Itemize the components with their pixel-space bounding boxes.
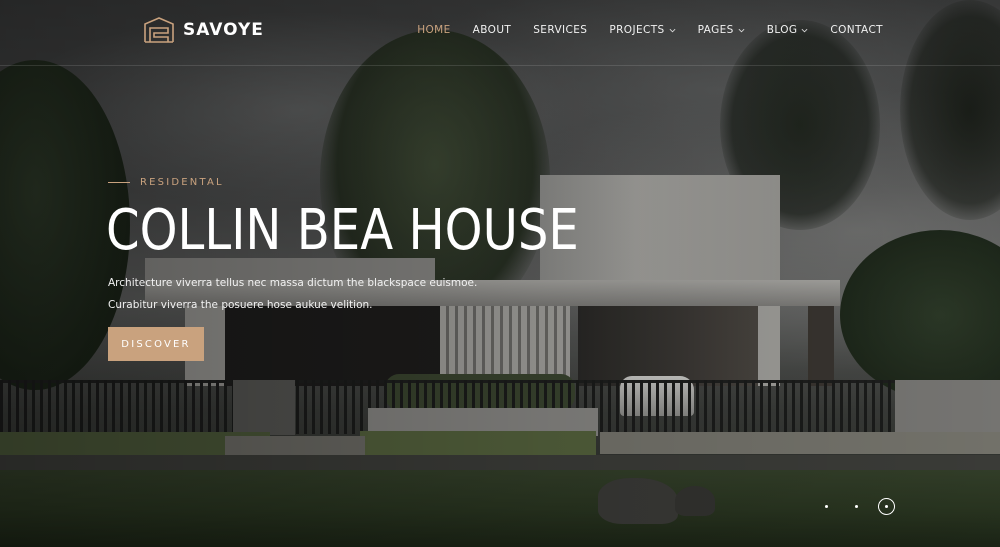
site-header: SAVOYE HOME ABOUT SERVICES PROJECTS PAGE… [0, 0, 1000, 66]
nav-item-label: HOME [417, 24, 451, 36]
building-icon [144, 17, 174, 43]
nav-item-label: SERVICES [533, 24, 588, 36]
nav-item-services[interactable]: SERVICES [533, 24, 587, 36]
slider-dot[interactable] [848, 498, 865, 515]
hero-description-line: Curabitur viverra the posuere hose aukue… [108, 299, 373, 311]
chevron-down-icon [801, 28, 808, 32]
hero-description-line: Architecture viverra tellus nec massa di… [108, 277, 478, 289]
nav-item-label: PAGES [697, 24, 734, 36]
nav-item-contact[interactable]: CONTACT [830, 24, 883, 36]
tagline-text: RESIDENTAL [140, 177, 224, 188]
discover-button[interactable]: DISCOVER [108, 327, 204, 361]
nav-item-label: PROJECTS [609, 24, 665, 36]
chevron-down-icon [669, 28, 676, 32]
nav-item-label: ABOUT [472, 24, 512, 36]
hero-tagline: RESIDENTAL [108, 177, 224, 188]
nav-item-label: BLOG [766, 24, 798, 36]
main-nav: HOME ABOUT SERVICES PROJECTS PAGES BLOG … [417, 24, 883, 36]
slider-pagination [818, 498, 895, 515]
logo[interactable]: SAVOYE [142, 16, 264, 44]
slider-dot[interactable] [818, 498, 835, 515]
nav-item-label: CONTACT [830, 24, 883, 36]
nav-item-projects[interactable]: PROJECTS [609, 24, 676, 36]
nav-item-about[interactable]: ABOUT [473, 24, 512, 36]
tagline-divider [108, 182, 130, 183]
nav-item-pages[interactable]: PAGES [698, 24, 745, 36]
hero-title: COLLIN BEA HOUSE [106, 198, 579, 263]
slider-dot-active[interactable] [878, 498, 895, 515]
nav-item-blog[interactable]: BLOG [767, 24, 809, 36]
hero-description: Architecture viverra tellus nec massa di… [108, 272, 477, 316]
chevron-down-icon [738, 28, 745, 32]
brand-name: SAVOYE [183, 20, 264, 40]
nav-item-home[interactable]: HOME [417, 24, 450, 36]
